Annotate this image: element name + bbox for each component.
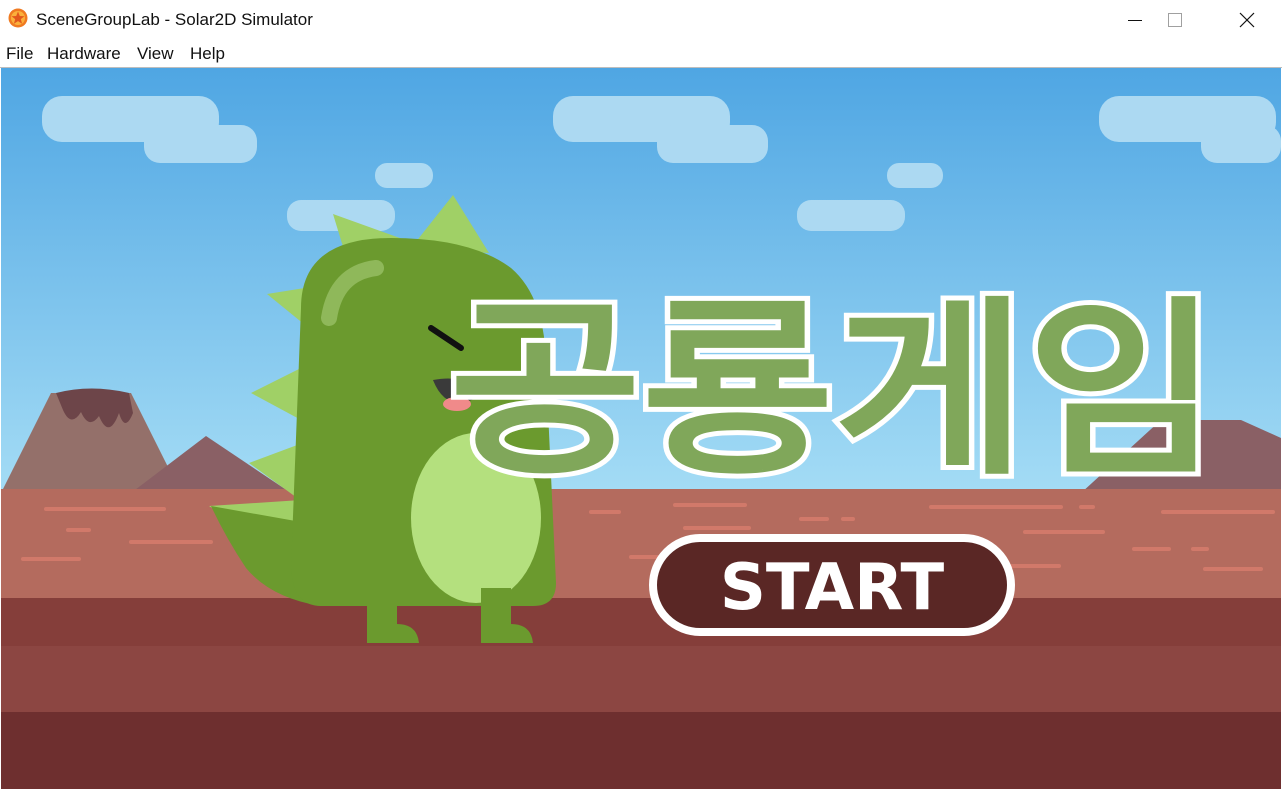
- ground-band: [1, 598, 1281, 648]
- game-canvas[interactable]: 공룡게임 START: [1, 68, 1281, 789]
- window-titlebar: SceneGroupLab - Solar2D Simulator: [0, 0, 1282, 40]
- close-button[interactable]: [1212, 0, 1282, 40]
- menu-hardware[interactable]: Hardware: [47, 44, 121, 64]
- close-icon: [1239, 12, 1255, 28]
- ground-band: [1, 712, 1281, 789]
- solar2d-logo-icon: [8, 8, 28, 28]
- maximize-button[interactable]: [1140, 0, 1210, 40]
- window-title: SceneGroupLab - Solar2D Simulator: [36, 10, 313, 29]
- maximize-icon: [1168, 13, 1182, 27]
- menu-bar: File Hardware View Help: [0, 40, 1282, 68]
- menu-file[interactable]: File: [6, 44, 33, 64]
- start-button[interactable]: START: [649, 534, 1015, 636]
- game-title-text: 공룡게임: [449, 280, 1219, 501]
- menu-help[interactable]: Help: [190, 44, 225, 64]
- ground-band: [1, 646, 1281, 713]
- game-title-logo: 공룡게임: [444, 275, 1224, 506]
- menu-view[interactable]: View: [137, 44, 174, 64]
- start-button-label: START: [720, 551, 945, 625]
